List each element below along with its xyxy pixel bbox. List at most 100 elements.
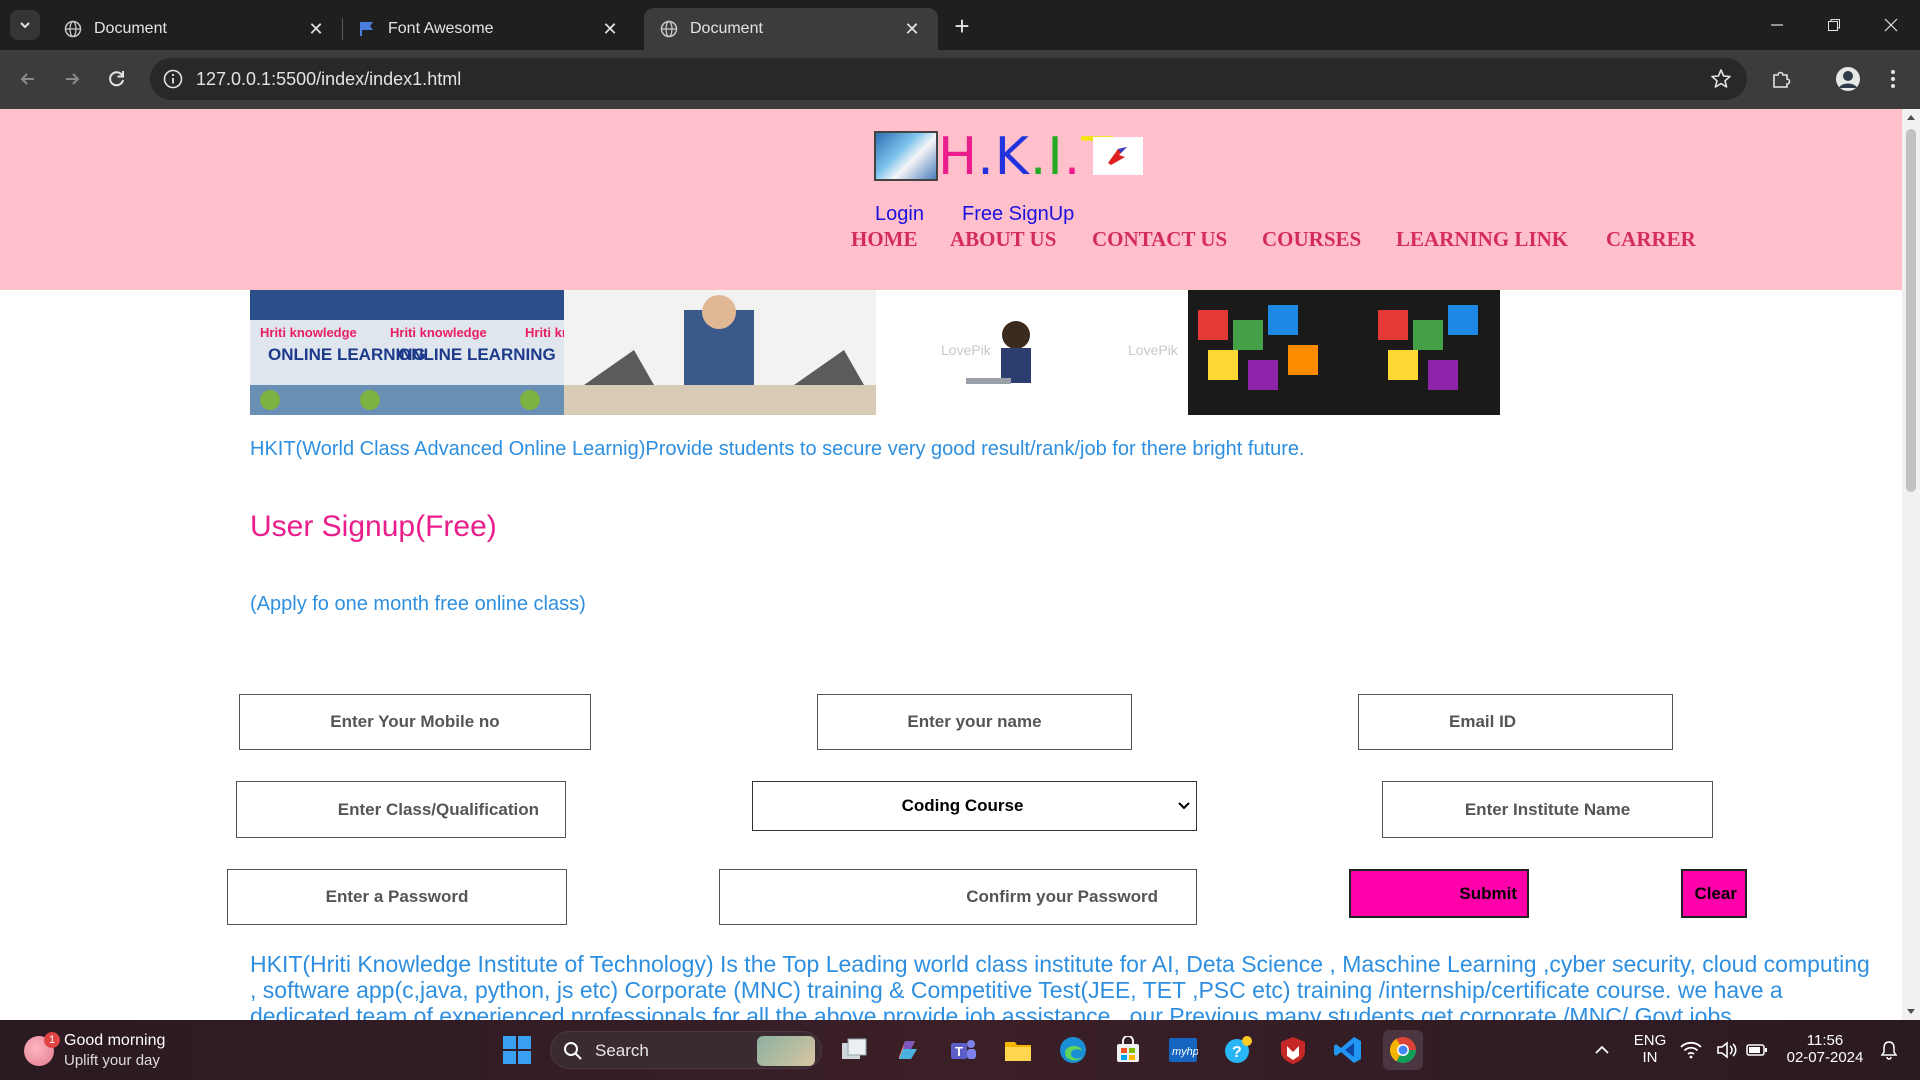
nav-carrer[interactable]: CARRER bbox=[1606, 227, 1696, 252]
task-view-icon[interactable] bbox=[834, 1030, 874, 1070]
windows-taskbar: 1 Good morning Uplift your day Search T … bbox=[0, 1020, 1920, 1080]
back-button[interactable] bbox=[13, 64, 43, 94]
logo-badge-icon bbox=[1093, 137, 1143, 175]
page-scrollbar[interactable] bbox=[1902, 109, 1920, 1020]
teams-icon[interactable]: T bbox=[943, 1030, 983, 1070]
institute-input[interactable]: Enter Institute Name bbox=[1382, 781, 1713, 838]
vscode-icon[interactable] bbox=[1328, 1030, 1368, 1070]
weather-greeting: Good morning bbox=[64, 1032, 166, 1049]
microsoft-store-icon[interactable] bbox=[1108, 1030, 1148, 1070]
chevron-down-icon bbox=[20, 22, 30, 29]
clock[interactable]: 11:56 02-07-2024 bbox=[1780, 1032, 1870, 1066]
chevron-down-icon bbox=[1172, 802, 1196, 810]
logo-letter: H bbox=[938, 127, 978, 187]
myhp-icon[interactable]: myhp bbox=[1163, 1030, 1203, 1070]
start-button[interactable] bbox=[497, 1030, 537, 1070]
language-indicator[interactable]: ENG IN bbox=[1630, 1032, 1670, 1066]
puzzle-icon bbox=[1773, 71, 1791, 88]
copilot-icon[interactable] bbox=[888, 1030, 928, 1070]
nav-about-us[interactable]: ABOUT US bbox=[950, 227, 1056, 252]
banner-watermark-text: LovePik bbox=[941, 342, 992, 358]
signup-title: User Signup(Free) bbox=[250, 510, 497, 543]
close-icon bbox=[1884, 18, 1898, 32]
minimize-icon bbox=[1771, 24, 1783, 26]
close-window-button[interactable] bbox=[1862, 0, 1920, 50]
clock-date: 02-07-2024 bbox=[1786, 1049, 1864, 1066]
close-icon[interactable]: ✕ bbox=[902, 19, 922, 39]
chrome-icon[interactable] bbox=[1383, 1030, 1423, 1070]
course-select[interactable]: Coding Course bbox=[752, 781, 1197, 831]
clear-button[interactable]: Clear bbox=[1681, 869, 1747, 918]
region-code: IN bbox=[1642, 1049, 1658, 1066]
help-icon[interactable]: ? bbox=[1218, 1030, 1258, 1070]
volume-icon[interactable] bbox=[1712, 1030, 1742, 1070]
submit-button[interactable]: Submit bbox=[1349, 869, 1529, 918]
forward-button[interactable] bbox=[57, 64, 87, 94]
logo-letter: .K bbox=[977, 127, 1030, 187]
globe-icon bbox=[64, 20, 82, 38]
arrow-left-icon bbox=[20, 73, 34, 85]
minimize-button[interactable] bbox=[1748, 0, 1806, 50]
scrollbar-thumb[interactable] bbox=[1906, 129, 1916, 492]
close-icon[interactable]: ✕ bbox=[600, 19, 620, 39]
qualification-input[interactable]: Enter Class/Qualification bbox=[236, 781, 566, 838]
login-link[interactable]: Login bbox=[875, 203, 924, 226]
reload-button[interactable] bbox=[102, 64, 132, 94]
confirm-password-input[interactable]: Confirm your Password bbox=[719, 869, 1197, 925]
search-highlight-image bbox=[757, 1036, 815, 1066]
tab-document-1[interactable]: Document ✕ bbox=[48, 8, 342, 50]
weather-widget[interactable]: 1 Good morning Uplift your day bbox=[20, 1028, 220, 1072]
search-icon bbox=[564, 1042, 582, 1060]
mobile-input[interactable]: Enter Your Mobile no bbox=[239, 694, 591, 750]
taskbar-search[interactable]: Search bbox=[550, 1031, 822, 1069]
email-input[interactable]: Email ID bbox=[1358, 694, 1673, 750]
new-tab-button[interactable]: + bbox=[948, 11, 976, 41]
flag-icon bbox=[358, 20, 376, 38]
edge-icon[interactable] bbox=[1053, 1030, 1093, 1070]
nav-learning-link[interactable]: LEARNING LINK bbox=[1396, 227, 1568, 252]
site-info-icon[interactable] bbox=[162, 68, 184, 90]
intro-text: HKIT(World Class Advanced Online Learnig… bbox=[250, 438, 1305, 460]
battery-icon[interactable] bbox=[1742, 1030, 1772, 1070]
file-explorer-icon[interactable] bbox=[998, 1030, 1038, 1070]
free-signup-link[interactable]: Free SignUp bbox=[962, 203, 1074, 226]
banner-programming-cubes bbox=[1188, 290, 1500, 415]
name-input[interactable]: Enter your name bbox=[817, 694, 1132, 750]
bookmark-star-icon[interactable] bbox=[1709, 67, 1733, 91]
about-paragraph: HKIT(Hriti Knowledge Institute of Techno… bbox=[250, 951, 1870, 1020]
page-viewport: H.K.I.T Login Free SignUp HOME ABOUT US … bbox=[0, 109, 1902, 1020]
windows-logo-icon bbox=[503, 1036, 531, 1064]
course-select-value: Coding Course bbox=[901, 796, 1024, 815]
close-icon[interactable]: ✕ bbox=[306, 19, 326, 39]
url-text: 127.0.0.1:5500/index/index1.html bbox=[196, 69, 462, 89]
nav-courses[interactable]: COURSES bbox=[1262, 227, 1361, 252]
banner-brand-text: Hriti knowledge bbox=[525, 325, 564, 340]
nav-home[interactable]: HOME bbox=[851, 227, 918, 252]
tab-title: Document bbox=[94, 20, 167, 37]
extensions-button[interactable] bbox=[1766, 64, 1796, 94]
scroll-down-arrow-icon[interactable] bbox=[1907, 1009, 1915, 1014]
tab-document-active[interactable]: Document ✕ bbox=[644, 8, 938, 50]
nav-contact-us[interactable]: CONTACT US bbox=[1092, 227, 1227, 252]
tab-title: Font Awesome bbox=[388, 20, 494, 37]
scroll-up-arrow-icon[interactable] bbox=[1907, 115, 1915, 120]
site-header: H.K.I.T Login Free SignUp HOME ABOUT US … bbox=[0, 109, 1902, 290]
restore-button[interactable] bbox=[1805, 0, 1863, 50]
mcafee-icon[interactable] bbox=[1273, 1030, 1313, 1070]
address-bar[interactable]: 127.0.0.1:5500/index/index1.html bbox=[150, 58, 1747, 100]
password-input[interactable]: Enter a Password bbox=[227, 869, 567, 925]
wifi-icon[interactable] bbox=[1676, 1030, 1706, 1070]
logo-letter: .I bbox=[1029, 127, 1064, 187]
browser-menu-button[interactable] bbox=[1878, 64, 1908, 94]
svg-text:T: T bbox=[955, 1044, 963, 1059]
site-logo-text: H.K.I.T bbox=[938, 127, 1114, 187]
notification-badge: 1 bbox=[44, 1032, 60, 1048]
show-hidden-icons-chevron-up-icon[interactable] bbox=[1582, 1030, 1622, 1070]
logo-letter: . bbox=[1063, 127, 1082, 187]
profile-avatar[interactable] bbox=[1833, 64, 1863, 94]
tab-font-awesome[interactable]: Font Awesome ✕ bbox=[342, 8, 636, 50]
tab-search-button[interactable] bbox=[10, 10, 40, 40]
language-code: ENG bbox=[1633, 1032, 1667, 1049]
banner-child-laptop: LovePik LovePik bbox=[876, 290, 1188, 415]
notification-bell-icon[interactable] bbox=[1874, 1030, 1904, 1070]
